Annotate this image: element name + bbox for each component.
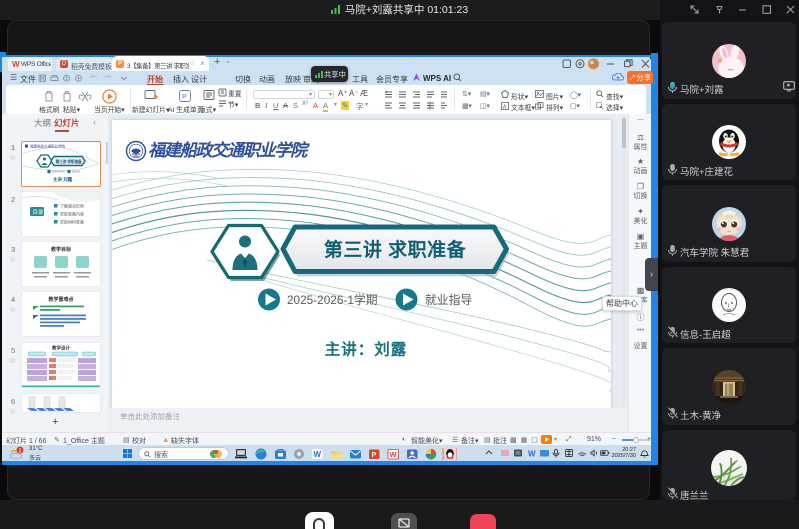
svg-text:A: A	[503, 104, 507, 110]
svg-text:2025-2026-1学期: 2025-2026-1学期	[287, 293, 378, 307]
svg-text:W: W	[528, 450, 536, 459]
svg-text:第三讲 求职准备: 第三讲 求职准备	[56, 159, 82, 164]
svg-text:教学重难点: 教学重难点	[47, 296, 73, 303]
svg-text:W: W	[314, 450, 322, 459]
svg-text:求职材料准备: 求职材料准备	[60, 219, 84, 225]
svg-text:了解就业形势: 了解就业形势	[60, 203, 84, 209]
svg-text:教学目标: 教学目标	[50, 246, 71, 253]
svg-text:P: P	[182, 93, 187, 100]
svg-text:就业指导: 就业指导	[425, 293, 472, 307]
svg-text:主讲 刘露: 主讲 刘露	[53, 176, 73, 183]
svg-text:求职准备内容: 求职准备内容	[60, 211, 84, 217]
svg-text:目录: 目录	[33, 208, 45, 216]
svg-text:P: P	[372, 452, 377, 459]
svg-text:主讲：刘露: 主讲：刘露	[325, 340, 408, 359]
svg-text:W: W	[390, 450, 398, 459]
svg-text:福建船政交通职业学院: 福建船政交通职业学院	[148, 141, 310, 160]
svg-text:教学设计: 教学设计	[51, 345, 70, 352]
svg-text:福建船政交通职业学院: 福建船政交通职业学院	[30, 144, 65, 149]
svg-text:第三讲 求职准备: 第三讲 求职准备	[324, 238, 467, 261]
